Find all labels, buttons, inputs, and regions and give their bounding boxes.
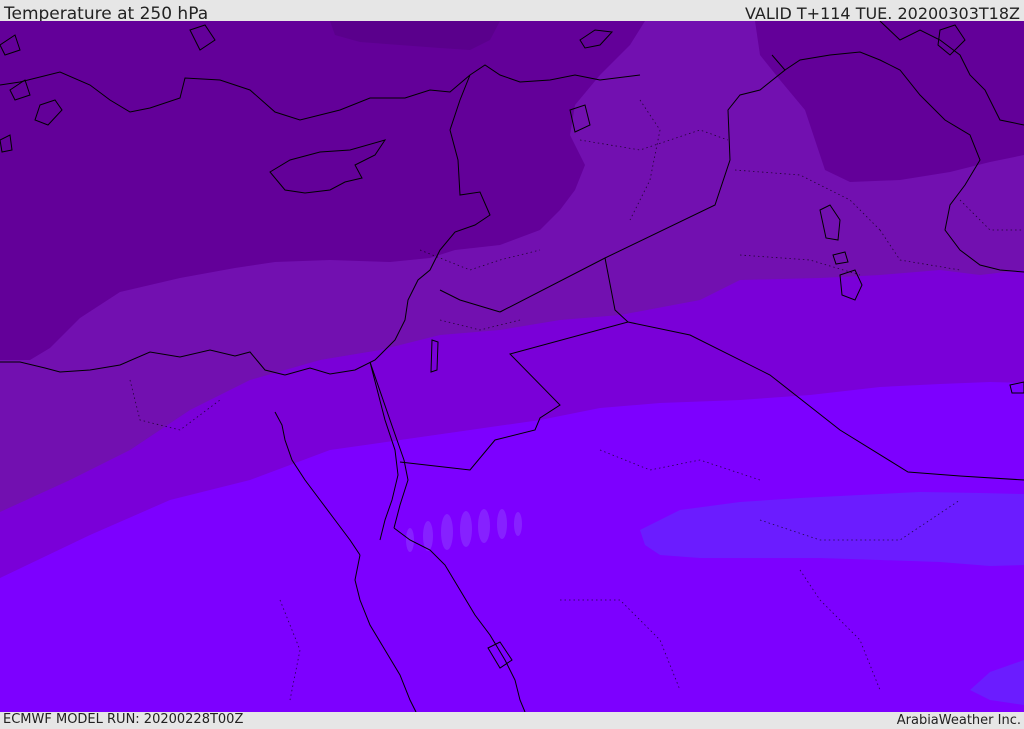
header-bar: Temperature at 250 hPa VALID T+114 TUE. … bbox=[0, 0, 1024, 24]
footer-bar: ECMWF MODEL RUN: 20200228T00Z ArabiaWeat… bbox=[0, 712, 1024, 729]
temperature-map bbox=[0, 21, 1024, 712]
model-run-label: ECMWF MODEL RUN: 20200228T00Z bbox=[3, 712, 244, 727]
weather-map-frame: Temperature at 250 hPa VALID T+114 TUE. … bbox=[0, 0, 1024, 729]
credit-label: ArabiaWeather Inc. bbox=[896, 713, 1021, 728]
